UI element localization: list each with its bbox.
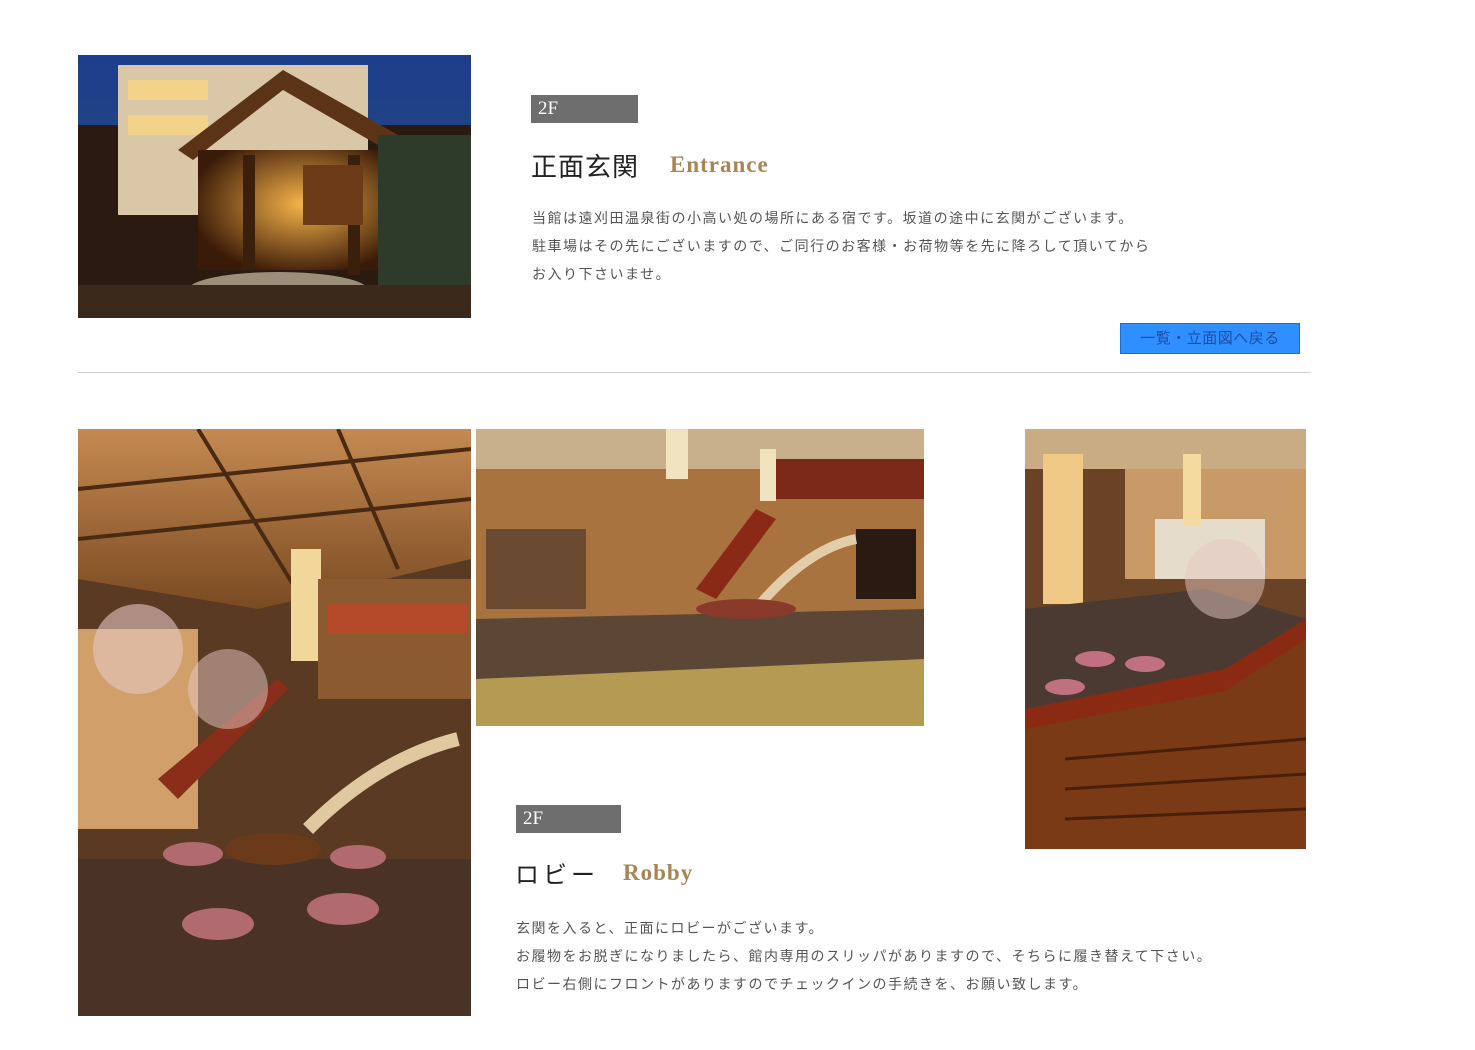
entrance-desc-line: 当館は遠刈田温泉街の小高い処の場所にある宿です。坂道の途中に玄関がございます。 xyxy=(532,211,1134,227)
lobby-desc-line: 玄関を入ると、正面にロビーがございます。 xyxy=(516,921,825,937)
lobby-desc-line: ロビー右側にフロントがありますのでチェックインの手続きを、お願い致します。 xyxy=(516,977,1089,993)
entrance-floor-badge: 2F xyxy=(531,95,638,123)
lobby-seating-photo xyxy=(78,429,471,1016)
entrance-desc-line: お入り下さいませ。 xyxy=(532,267,672,283)
lobby-hall-photo xyxy=(476,429,924,726)
section-divider xyxy=(78,372,1311,373)
entrance-photo xyxy=(78,55,471,318)
lobby-title-ja: ロビー xyxy=(515,861,599,889)
entrance-title-en: Entrance xyxy=(670,152,769,177)
lobby-staircase-photo xyxy=(1025,429,1306,849)
entrance-title-ja: 正面玄関 xyxy=(531,153,640,183)
back-to-list-button[interactable]: 一覧・立面図へ戻る xyxy=(1120,323,1300,354)
lobby-floor-badge: 2F xyxy=(516,805,621,833)
lobby-desc-line: お履物をお脱ぎになりましたら、館内専用のスリッパがありますので、そちらに履き替え… xyxy=(516,949,1213,965)
lobby-title-en: Robby xyxy=(623,860,694,885)
lobby-description: 玄関を入ると、正面にロビーがございます。 お履物をお脱ぎになりましたら、館内専用… xyxy=(516,915,1212,999)
entrance-desc-line: 駐車場はその先にございますので、ご同行のお客様・お荷物等を先に降ろして頂いてから xyxy=(532,239,1151,255)
entrance-description: 当館は遠刈田温泉街の小高い処の場所にある宿です。坂道の途中に玄関がございます。 … xyxy=(532,205,1150,289)
